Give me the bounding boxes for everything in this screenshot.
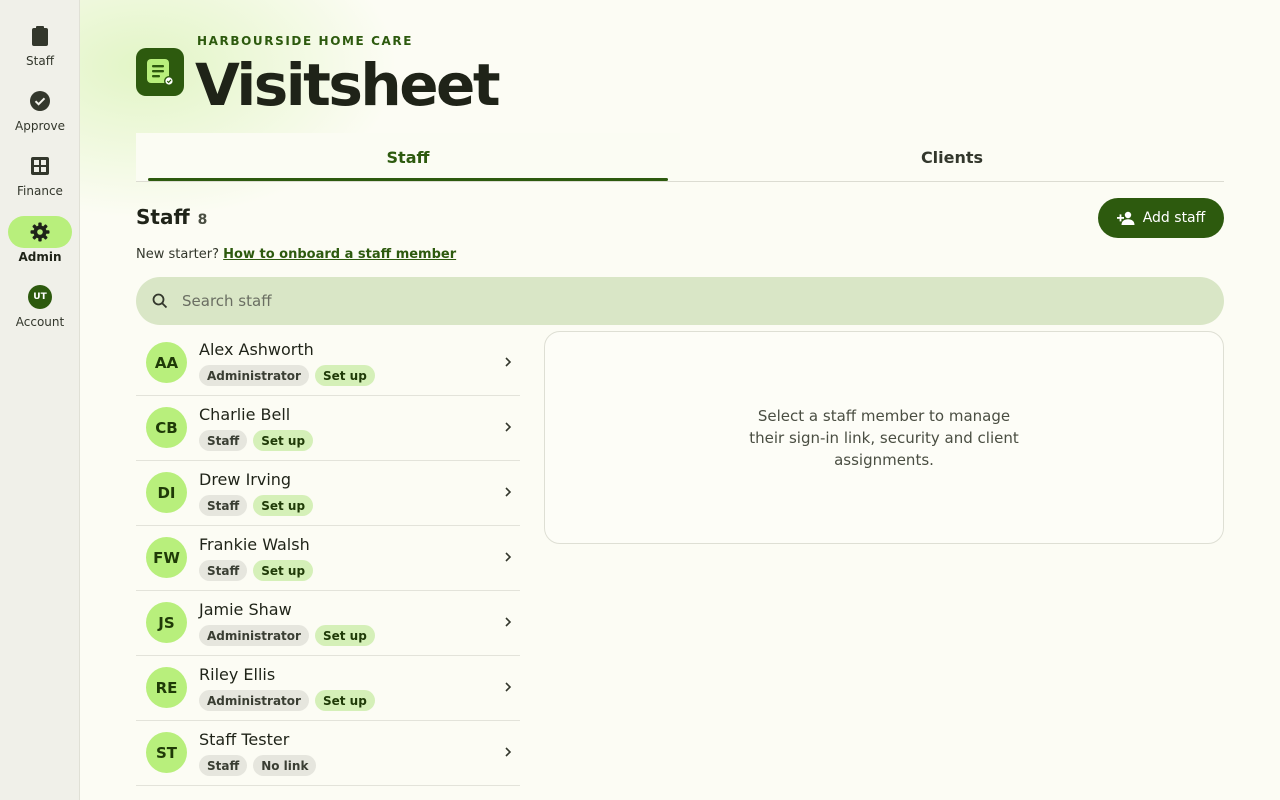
chevron-right-icon [505, 552, 512, 562]
sidebar-item-staff[interactable]: Staff [0, 20, 80, 80]
status-badge: Set up [314, 625, 375, 646]
staff-list: AA Alex Ashworth Administrator Set up CB … [136, 331, 520, 786]
onboard-hint: New starter? How to onboard a staff memb… [136, 247, 456, 262]
search-input[interactable] [182, 292, 1082, 310]
chevron-right-icon [505, 357, 512, 367]
list-item[interactable]: DI Drew Irving Staff Set up [136, 461, 520, 526]
sidebar-item-account[interactable]: UT Account [0, 281, 80, 341]
search-bar [136, 277, 1224, 325]
staff-count: 8 [197, 212, 208, 228]
role-badge: Staff [199, 560, 248, 581]
avatar: ST [146, 732, 187, 773]
add-staff-button[interactable]: Add staff [1098, 198, 1224, 238]
sidebar-item-label: Admin [18, 250, 62, 264]
list-item[interactable]: JS Jamie Shaw Administrator Set up [136, 591, 520, 656]
gear-icon [8, 216, 72, 248]
status-badge: Set up [253, 495, 314, 516]
list-item[interactable]: CB Charlie Bell Staff Set up [136, 396, 520, 461]
avatar: FW [146, 537, 187, 578]
role-badge: Staff [199, 755, 248, 776]
tab-bar: Staff Clients [136, 133, 1224, 182]
section-heading: Staff 8 [136, 205, 207, 229]
clipboard-icon [8, 20, 72, 52]
onboard-link[interactable]: How to onboard a staff member [223, 247, 456, 262]
org-name: HARBOURSIDE HOME CARE [197, 34, 414, 48]
sidebar-item-finance[interactable]: Finance [0, 150, 80, 210]
role-badge: Administrator [199, 690, 309, 711]
status-badge: No link [253, 755, 317, 776]
status-badge: Set up [253, 560, 314, 581]
staff-name: Staff Tester [199, 730, 290, 749]
role-badge: Staff [199, 495, 248, 516]
onboard-prefix: New starter? [136, 247, 220, 262]
sidebar-item-label: Account [15, 315, 65, 329]
chevron-right-icon [505, 747, 512, 757]
sidebar-item-label: Staff [26, 54, 54, 68]
app-logo-icon [136, 48, 184, 96]
section-title: Staff [136, 205, 190, 229]
chevron-right-icon [505, 617, 512, 627]
avatar: CB [146, 407, 187, 448]
add-staff-label: Add staff [1142, 210, 1206, 226]
tab-clients[interactable]: Clients [680, 133, 1224, 181]
sidebar: Staff Approve Finance Admin UT Account [0, 0, 80, 800]
status-badge: Set up [253, 430, 314, 451]
avatar: DI [146, 472, 187, 513]
staff-name: Jamie Shaw [199, 600, 292, 619]
account-avatar-wrap: UT [8, 281, 72, 313]
list-item[interactable]: RE Riley Ellis Administrator Set up [136, 656, 520, 721]
chevron-right-icon [505, 682, 512, 692]
avatar: AA [146, 342, 187, 383]
sidebar-item-label: Approve [15, 119, 65, 133]
role-badge: Administrator [199, 625, 309, 646]
search-icon [152, 293, 168, 309]
check-circle-icon [8, 85, 72, 117]
sidebar-item-approve[interactable]: Approve [0, 85, 80, 145]
list-item[interactable]: ST Staff Tester Staff No link [136, 721, 520, 786]
sidebar-item-admin[interactable]: Admin [0, 216, 80, 276]
list-item[interactable]: AA Alex Ashworth Administrator Set up [136, 331, 520, 396]
chevron-right-icon [505, 422, 512, 432]
chevron-right-icon [505, 487, 512, 497]
avatar: JS [146, 602, 187, 643]
list-item[interactable]: FW Frankie Walsh Staff Set up [136, 526, 520, 591]
sidebar-item-label: Finance [17, 184, 63, 198]
tab-staff[interactable]: Staff [136, 133, 680, 181]
avatar: UT [28, 285, 52, 309]
role-badge: Administrator [199, 365, 309, 386]
role-badge: Staff [199, 430, 248, 451]
table-icon [8, 150, 72, 182]
detail-panel: Select a staff member to manage their si… [544, 331, 1224, 544]
staff-name: Charlie Bell [199, 405, 291, 424]
status-badge: Set up [314, 690, 375, 711]
staff-name: Frankie Walsh [199, 535, 310, 554]
add-person-icon [1116, 211, 1135, 225]
avatar: RE [146, 667, 187, 708]
page-title: Visitsheet [195, 51, 501, 119]
staff-name: Alex Ashworth [199, 340, 314, 359]
staff-name: Drew Irving [199, 470, 292, 489]
staff-name: Riley Ellis [199, 665, 276, 684]
status-badge: Set up [314, 365, 375, 386]
empty-state-text: Select a staff member to manage their si… [749, 406, 1019, 469]
